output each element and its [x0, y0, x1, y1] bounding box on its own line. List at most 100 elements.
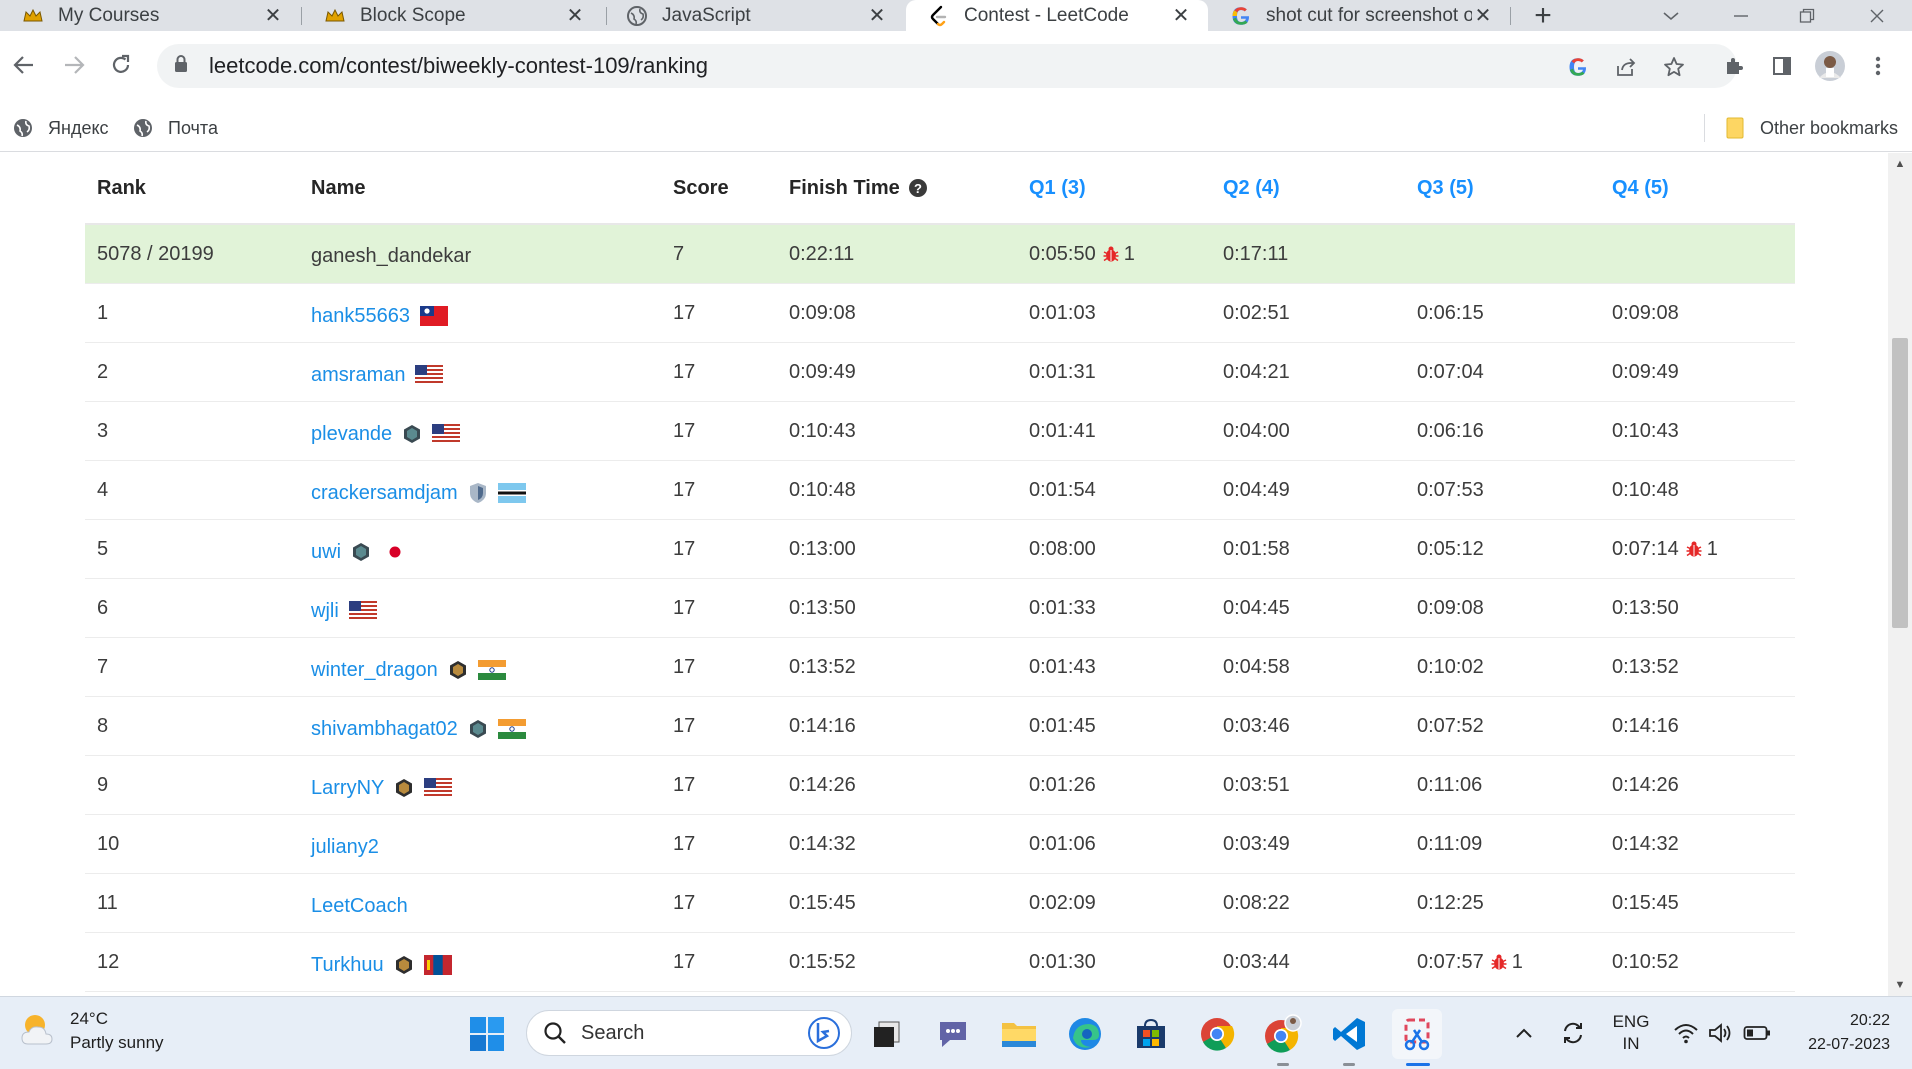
bookmark-pochta[interactable]: Почта — [132, 112, 218, 144]
sync-icon[interactable] — [1556, 1011, 1590, 1055]
page-scrollbar[interactable]: ▲ ▼ — [1888, 153, 1912, 996]
username-link[interactable]: winter_dragon — [311, 659, 438, 682]
address-bar[interactable]: leetcode.com/contest/biweekly-contest-10… — [157, 44, 1737, 88]
start-button[interactable] — [462, 1009, 512, 1059]
restore-button[interactable] — [1772, 0, 1842, 31]
edge-browser-icon[interactable] — [1060, 1009, 1110, 1059]
username-link[interactable]: crackersamdjam — [311, 482, 458, 505]
share-icon[interactable] — [1611, 52, 1641, 82]
google-translate-icon[interactable] — [1563, 52, 1593, 82]
tab-javascript[interactable]: JavaScript ✕ — [604, 0, 904, 31]
language-indicator[interactable]: ENG IN — [1606, 1009, 1656, 1057]
finish-time-cell: 0:15:52 — [789, 950, 856, 973]
q3-time-cell: 0:09:08 — [1417, 597, 1484, 620]
side-panel-icon[interactable] — [1762, 44, 1802, 88]
username-link[interactable]: wjli — [311, 600, 339, 623]
header-q4-link[interactable]: Q4 (5) — [1612, 177, 1669, 200]
microsoft-store-icon[interactable] — [1126, 1009, 1176, 1059]
username-link[interactable]: uwi — [311, 541, 341, 564]
task-view-icon[interactable] — [862, 1009, 912, 1059]
weather-widget[interactable]: 24°C Partly sunny — [18, 1007, 164, 1055]
username-link[interactable]: Turkhuu — [311, 954, 384, 977]
score-cell: 17 — [673, 596, 696, 619]
profile-avatar[interactable] — [1810, 44, 1850, 88]
header-q3-link[interactable]: Q3 (5) — [1417, 177, 1474, 200]
tab-my-courses[interactable]: My Courses ✕ — [0, 0, 300, 31]
username-link[interactable]: LarryNY — [311, 777, 384, 800]
file-explorer-icon[interactable] — [994, 1009, 1044, 1059]
q2-time-cell: 0:03:44 — [1223, 950, 1290, 973]
q3-time-value: 0:12:25 — [1417, 891, 1484, 914]
bookmark-star-icon[interactable] — [1659, 52, 1689, 82]
close-icon[interactable]: ✕ — [262, 3, 284, 28]
new-tab-button[interactable]: + — [1526, 0, 1560, 32]
forward-button[interactable] — [54, 45, 94, 85]
rank-cell: 4 — [97, 478, 109, 501]
username-link[interactable]: juliany2 — [311, 836, 379, 859]
reload-button[interactable] — [101, 45, 141, 85]
close-icon[interactable]: ✕ — [866, 3, 888, 28]
username-link[interactable]: LeetCoach — [311, 895, 408, 918]
tab-google-search[interactable]: shot cut for screenshot or ✕ — [1208, 0, 1510, 31]
help-icon[interactable]: ? — [908, 178, 928, 198]
close-icon[interactable]: ✕ — [1472, 3, 1494, 28]
close-window-button[interactable] — [1842, 0, 1912, 31]
battery-icon[interactable] — [1740, 1011, 1774, 1055]
my-q2-time: 0:17:11 — [1223, 242, 1289, 265]
tab-contest-leetcode[interactable]: Contest - LeetCode ✕ — [906, 0, 1208, 31]
tab-label: My Courses — [58, 4, 160, 26]
bing-chat-icon[interactable] — [807, 1016, 841, 1050]
close-icon[interactable]: ✕ — [564, 3, 586, 28]
q4-time-value: 0:14:16 — [1612, 714, 1679, 737]
flag-mn-icon — [423, 955, 452, 975]
header-q1-link[interactable]: Q1 (3) — [1029, 177, 1086, 200]
vscode-icon[interactable] — [1324, 1009, 1374, 1059]
menu-kebab-icon[interactable] — [1858, 44, 1898, 88]
show-hidden-icons-chevron-icon[interactable] — [1510, 1011, 1538, 1055]
chrome-icon[interactable] — [1192, 1009, 1242, 1059]
flag-jp-icon — [381, 542, 410, 562]
wifi-icon[interactable] — [1670, 1011, 1702, 1055]
minimize-button[interactable] — [1706, 0, 1776, 31]
q3-time-cell: 0:06:16 — [1417, 420, 1484, 443]
scroll-down-arrow-icon[interactable]: ▼ — [1888, 974, 1912, 996]
teams-chat-icon[interactable] — [928, 1009, 978, 1059]
scroll-up-arrow-icon[interactable]: ▲ — [1888, 153, 1912, 175]
taskbar-search[interactable]: Search — [526, 1010, 852, 1056]
my-score: 7 — [673, 242, 685, 265]
username-link[interactable]: plevande — [311, 423, 392, 446]
q2-time-cell: 0:04:58 — [1223, 655, 1290, 678]
username-link[interactable]: hank55663 — [311, 305, 410, 328]
finish-time-cell: 0:15:45 — [789, 891, 856, 914]
ranking-rows: 1 hank55663 17 0:09:08 0:01:03 0:02:51 0:06:15… — [85, 284, 1795, 992]
q3-time-value: 0:11:09 — [1417, 832, 1483, 855]
weather-description: Partly sunny — [70, 1033, 164, 1052]
header-q2-link[interactable]: Q2 (4) — [1223, 177, 1280, 200]
leetcode-icon — [928, 5, 950, 27]
back-button[interactable] — [4, 45, 44, 85]
extensions-icon[interactable] — [1714, 44, 1754, 88]
q4-time-value: 0:14:26 — [1612, 773, 1679, 796]
tab-block-scope[interactable]: Block Scope ✕ — [302, 0, 602, 31]
q3-time-value: 0:07:52 — [1417, 714, 1484, 737]
system-clock[interactable]: 20:22 22-07-2023 — [1790, 1009, 1890, 1057]
q2-time-cell: 0:03:49 — [1223, 832, 1290, 855]
q4-time-cell: 0:10:52 — [1612, 951, 1679, 974]
header-name: Name — [311, 176, 366, 199]
bookmark-yandex[interactable]: Яндекс — [12, 112, 109, 144]
crown-icon — [22, 5, 44, 27]
header-finish-label: Finish Time — [789, 176, 900, 199]
q3-time-value: 0:06:16 — [1417, 419, 1484, 442]
chrome-profile-icon[interactable] — [1258, 1009, 1308, 1059]
other-bookmarks[interactable]: Other bookmarks — [1724, 112, 1898, 144]
username-link[interactable]: shivambhagat02 — [311, 718, 458, 741]
scrollbar-thumb[interactable] — [1892, 338, 1908, 628]
guardian-gold-badge-icon — [394, 778, 414, 798]
name-cell: uwi — [311, 541, 410, 564]
q4-time-cell: 0:14:26 — [1612, 774, 1679, 797]
snipping-tool-icon[interactable] — [1392, 1009, 1442, 1059]
tab-search-chevron-icon[interactable] — [1636, 0, 1706, 31]
close-icon[interactable]: ✕ — [1170, 3, 1192, 28]
username-link[interactable]: amsraman — [311, 364, 405, 387]
volume-icon[interactable] — [1704, 1011, 1736, 1055]
